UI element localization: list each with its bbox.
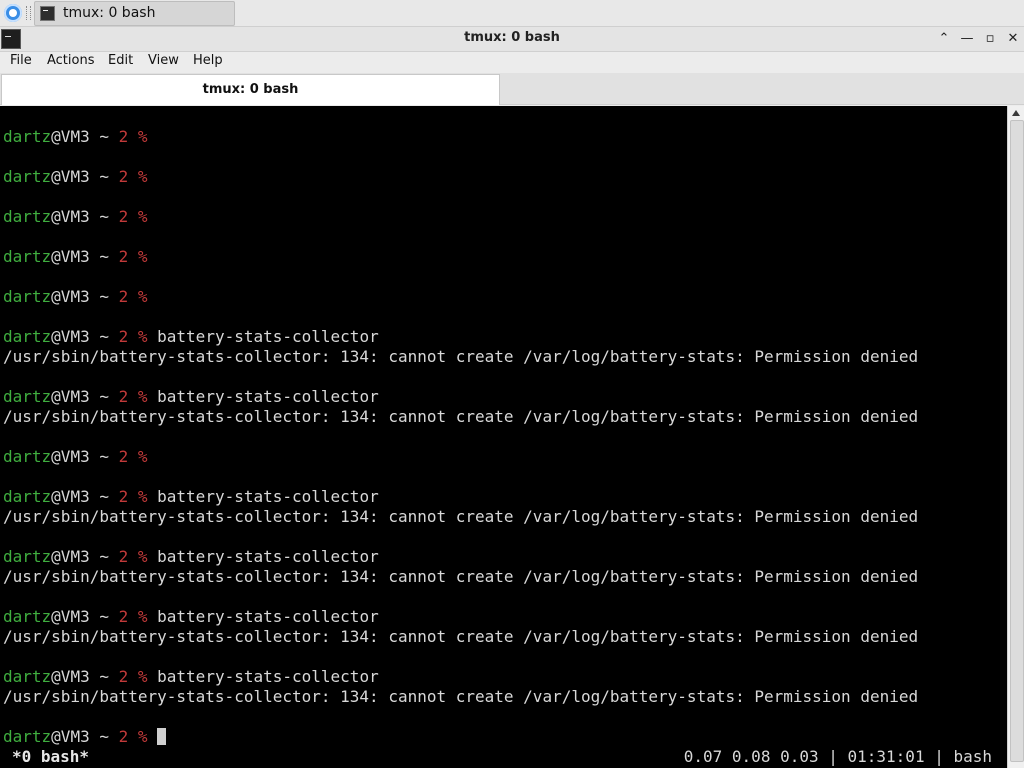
minimize-button[interactable]: — (958, 30, 976, 48)
prompt-host-path: @VM3 ~ (51, 127, 119, 146)
prompt-user: dartz (3, 667, 52, 686)
prompt-user: dartz (3, 207, 52, 226)
prompt-host-path: @VM3 ~ (51, 547, 119, 566)
terminal-icon (40, 6, 55, 21)
menu-edit[interactable]: Edit (108, 53, 133, 68)
window-title: tmux: 0 bash (464, 30, 560, 45)
scroll-up-arrow-icon[interactable] (1012, 110, 1020, 116)
window-titlebar[interactable]: tmux: 0 bash ⌃ — ▫ ✕ (0, 27, 1024, 52)
prompt-user: dartz (3, 287, 52, 306)
prompt-percent: 2 % (118, 247, 148, 266)
prompt-host-path: @VM3 ~ (51, 327, 119, 346)
command-text: battery-stats-collector (147, 547, 379, 566)
command-output: /usr/sbin/battery-stats-collector: 134: … (3, 627, 919, 646)
command-output: /usr/sbin/battery-stats-collector: 134: … (3, 687, 919, 706)
prompt-percent: 2 % (118, 547, 148, 566)
terminal-area[interactable]: dartz@VM3 ~ 2 % dartz@VM3 ~ 2 % dartz@VM3 … (0, 106, 1007, 768)
prompt-percent: 2 % (118, 727, 148, 746)
taskbar-item-label: tmux: 0 bash (63, 5, 156, 21)
prompt-percent: 2 % (118, 387, 148, 406)
terminal-cursor (157, 728, 167, 745)
taskbar-item-terminal[interactable]: tmux: 0 bash (34, 1, 235, 26)
scrollbar-thumb[interactable] (1010, 120, 1024, 762)
command-output: /usr/sbin/battery-stats-collector: 134: … (3, 407, 919, 426)
prompt-percent: 2 % (118, 607, 148, 626)
prompt-user: dartz (3, 447, 52, 466)
prompt-host-path: @VM3 ~ (51, 487, 119, 506)
menu-actions[interactable]: Actions (47, 53, 95, 68)
prompt-line: dartz@VM3 ~ 2 % (3, 287, 148, 307)
prompt-percent: 2 % (118, 287, 148, 306)
command-text (148, 727, 158, 746)
command-text: battery-stats-collector (147, 607, 379, 626)
prompt-line: dartz@VM3 ~ 2 % (3, 727, 167, 747)
prompt-line: dartz@VM3 ~ 2 % battery-stats-collector (3, 387, 379, 407)
prompt-line: dartz@VM3 ~ 2 % battery-stats-collector (3, 547, 379, 567)
command-text: battery-stats-collector (147, 387, 379, 406)
menu-file[interactable]: File (10, 53, 32, 68)
menubar: File Actions Edit View Help (0, 52, 1024, 72)
tmux-status-right: 0.07 0.08 0.03 | 01:31:01 | bash (683, 747, 992, 766)
prompt-user: dartz (3, 167, 52, 186)
command-text: battery-stats-collector (147, 487, 379, 506)
prompt-user: dartz (3, 727, 52, 746)
maximize-button[interactable]: ▫ (981, 30, 999, 48)
prompt-user: dartz (3, 487, 52, 506)
tmux-window-list: *0 bash* (12, 747, 90, 766)
prompt-line: dartz@VM3 ~ 2 % (3, 127, 148, 147)
taskbar: tmux: 0 bash (0, 0, 1024, 27)
vertical-scrollbar[interactable] (1007, 106, 1024, 768)
tab-bar: tmux: 0 bash (0, 73, 1024, 105)
prompt-host-path: @VM3 ~ (51, 727, 119, 746)
prompt-host-path: @VM3 ~ (51, 287, 119, 306)
prompt-percent: 2 % (118, 447, 148, 466)
prompt-line: dartz@VM3 ~ 2 % (3, 447, 148, 467)
prompt-host-path: @VM3 ~ (51, 607, 119, 626)
prompt-host-path: @VM3 ~ (51, 447, 119, 466)
prompt-user: dartz (3, 607, 52, 626)
prompt-line: dartz@VM3 ~ 2 % battery-stats-collector (3, 327, 379, 347)
prompt-line: dartz@VM3 ~ 2 % battery-stats-collector (3, 667, 379, 687)
start-menu-icon[interactable] (4, 4, 22, 22)
prompt-host-path: @VM3 ~ (51, 167, 119, 186)
command-text: battery-stats-collector (147, 667, 379, 686)
tab-label: tmux: 0 bash (202, 82, 299, 97)
command-output: /usr/sbin/battery-stats-collector: 134: … (3, 507, 919, 526)
prompt-line: dartz@VM3 ~ 2 % battery-stats-collector (3, 607, 379, 627)
prompt-user: dartz (3, 387, 52, 406)
prompt-line: dartz@VM3 ~ 2 % (3, 207, 148, 227)
close-button[interactable]: ✕ (1004, 30, 1022, 48)
prompt-percent: 2 % (118, 327, 148, 346)
prompt-host-path: @VM3 ~ (51, 247, 119, 266)
prompt-percent: 2 % (118, 207, 148, 226)
prompt-host-path: @VM3 ~ (51, 387, 119, 406)
prompt-percent: 2 % (118, 167, 148, 186)
command-text: battery-stats-collector (147, 327, 379, 346)
prompt-percent: 2 % (118, 487, 148, 506)
prompt-percent: 2 % (118, 667, 148, 686)
prompt-line: dartz@VM3 ~ 2 % (3, 167, 148, 187)
prompt-line: dartz@VM3 ~ 2 % battery-stats-collector (3, 487, 379, 507)
prompt-line: dartz@VM3 ~ 2 % (3, 247, 148, 267)
command-output: /usr/sbin/battery-stats-collector: 134: … (3, 567, 919, 586)
keep-above-button[interactable]: ⌃ (935, 30, 953, 48)
prompt-host-path: @VM3 ~ (51, 207, 119, 226)
menu-help[interactable]: Help (193, 53, 223, 68)
prompt-host-path: @VM3 ~ (51, 667, 119, 686)
prompt-user: dartz (3, 127, 52, 146)
prompt-percent: 2 % (118, 127, 148, 146)
menu-view[interactable]: View (148, 53, 179, 68)
prompt-user: dartz (3, 247, 52, 266)
taskbar-grip-icon (26, 6, 31, 20)
prompt-user: dartz (3, 327, 52, 346)
tab-tmux-bash[interactable]: tmux: 0 bash (1, 74, 500, 105)
command-output: /usr/sbin/battery-stats-collector: 134: … (3, 347, 919, 366)
prompt-user: dartz (3, 547, 52, 566)
